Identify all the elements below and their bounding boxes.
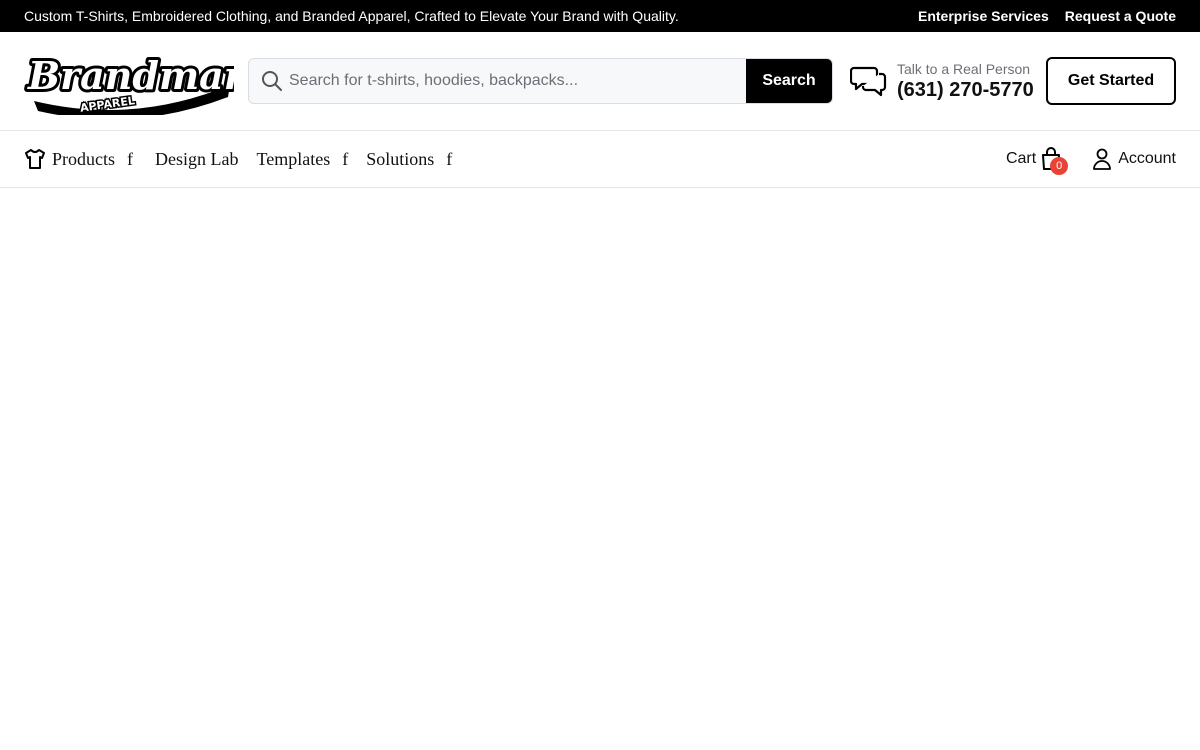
nav-solutions-caret: f xyxy=(446,148,453,169)
nav-products-label: Products xyxy=(52,148,115,169)
nav-solutions-label: Solutions xyxy=(366,148,435,169)
request-quote-link[interactable]: Request a Quote xyxy=(1065,8,1176,24)
get-started-button[interactable]: Get Started xyxy=(1046,57,1176,105)
nav-templates-label: Templates xyxy=(256,148,331,169)
top-links: Enterprise Services Request a Quote xyxy=(918,8,1176,24)
cart-link[interactable]: Cart 0 xyxy=(1005,147,1069,175)
nav-templates-caret: f xyxy=(342,148,349,169)
main-nav: Products f Design Lab Templates f Soluti… xyxy=(0,131,1200,188)
announcement-text: Custom T-Shirts, Embroidered Clothing, a… xyxy=(24,8,679,24)
user-icon xyxy=(1093,148,1112,170)
cart-label: Cart xyxy=(1005,150,1037,167)
phone-link[interactable]: (631) 270-5770 xyxy=(897,79,1034,102)
logo-wordmark: Brandmark xyxy=(27,53,234,98)
tshirt-icon xyxy=(25,149,45,169)
cart-count-badge: 0 xyxy=(1050,157,1069,175)
site-header: Brandmark APPAREL Search Talk to a Real … xyxy=(0,32,1200,131)
contact-block: Talk to a Real Person (631) 270-5770 xyxy=(850,58,1034,104)
account-label: Account xyxy=(1118,150,1176,167)
search-bar: Search xyxy=(248,58,833,104)
brandmark-logo[interactable]: Brandmark APPAREL xyxy=(24,47,234,115)
nav-products-caret: f xyxy=(127,148,133,169)
announcement-bar: Custom T-Shirts, Embroidered Clothing, a… xyxy=(0,0,1200,32)
search-input[interactable] xyxy=(289,59,746,103)
search-icon xyxy=(249,59,289,103)
nav-templates[interactable]: Templates f xyxy=(256,149,348,170)
nav-design-lab[interactable]: Design Lab xyxy=(155,149,238,170)
chat-icon xyxy=(850,66,887,97)
enterprise-services-link[interactable]: Enterprise Services xyxy=(918,8,1049,24)
nav-products[interactable]: Products f xyxy=(24,148,133,170)
account-link[interactable]: Account xyxy=(1092,148,1176,170)
search-button[interactable]: Search xyxy=(746,59,832,103)
contact-label: Talk to a Real Person xyxy=(897,60,1031,77)
nav-design-lab-label: Design Lab xyxy=(155,148,239,169)
nav-solutions[interactable]: Solutions f xyxy=(366,149,452,170)
